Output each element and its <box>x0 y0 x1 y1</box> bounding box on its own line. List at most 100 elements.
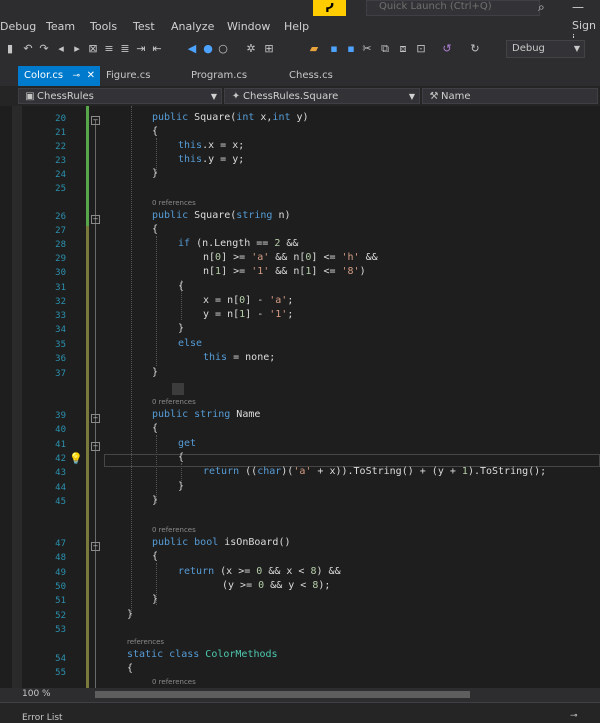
menu-test[interactable]: Test <box>133 20 155 33</box>
chevron-down-icon: ▼ <box>210 92 217 101</box>
code-line: } <box>178 323 185 334</box>
undo-history-icon[interactable]: ↶ <box>21 42 35 56</box>
code-line: return ((char)('a' + x)).ToString() + (y… <box>203 466 547 477</box>
redo-icon[interactable]: ↻ <box>468 42 482 56</box>
document-tabs: Color.cs ⊸ ✕ Figure.cs Program.cs Chess.… <box>0 62 600 86</box>
search-icon[interactable]: ⌕ <box>538 0 545 15</box>
open-folder-icon[interactable]: ▰ <box>307 42 321 56</box>
cut-icon[interactable]: ✂ <box>360 42 374 56</box>
menu-tools[interactable]: Tools <box>90 20 117 33</box>
tab-label: Color.cs <box>24 70 64 81</box>
code-line: { <box>152 551 159 562</box>
quick-launch-input[interactable]: Quick Launch (Ctrl+Q) <box>366 0 540 16</box>
csharp-project-icon: ▣ <box>25 91 35 102</box>
new-project-icon[interactable]: ✲ <box>244 42 258 56</box>
code-line: (y >= 0 && y < 8); <box>222 580 331 591</box>
tab-figure-cs[interactable]: Figure.cs <box>100 66 180 86</box>
indent-icon[interactable]: ⇥ <box>134 42 148 56</box>
code-line: public Square(string n) <box>152 210 291 221</box>
code-line: this = none; <box>203 352 276 363</box>
bookmark-next-icon[interactable]: ▸ <box>70 42 84 56</box>
save-icon[interactable]: ▪ <box>327 42 341 56</box>
wrench-icon: ⚒ <box>429 91 439 102</box>
save-all-icon[interactable]: ▪ <box>344 42 358 56</box>
zoom-level-dropdown[interactable]: 100 % <box>22 689 51 699</box>
type-name: ChessRules.Square <box>243 91 339 102</box>
code-line: } <box>152 495 159 506</box>
menu-help[interactable]: Help <box>284 20 309 33</box>
find-icon[interactable]: ⊡ <box>414 42 428 56</box>
uncomment-icon[interactable]: ≣ <box>118 42 132 56</box>
code-line: } <box>152 367 159 378</box>
menu-bar: Debug Team Tools Test Analyze Window Hel… <box>0 0 600 45</box>
redo-history-icon[interactable]: ↷ <box>37 42 51 56</box>
code-line: } <box>127 609 134 620</box>
code-line: static class ColorMethods <box>127 649 278 660</box>
codelens-references[interactable]: 0 references <box>152 678 196 686</box>
code-line: public bool isOnBoard() <box>152 537 291 548</box>
codelens-references[interactable]: 0 references <box>152 526 196 534</box>
class-icon: ✦ <box>231 91 241 102</box>
copy-icon[interactable]: ⧉ <box>378 42 392 56</box>
pin-icon[interactable]: ⊸ <box>72 66 80 86</box>
code-editor[interactable]: 20 21 22 23 24 25 26 27 28 29 30 31 32 3… <box>0 106 600 688</box>
tab-label: Program.cs <box>191 70 248 81</box>
menu-debug[interactable]: Debug <box>0 20 36 33</box>
configuration-value: Debug <box>512 43 545 54</box>
code-lines: public Square(int x,int y) { this.x = x;… <box>0 106 600 688</box>
code-line: get <box>178 438 197 449</box>
code-line: { <box>152 126 159 137</box>
tab-program-cs[interactable]: Program.cs <box>185 66 275 86</box>
code-line: { <box>178 281 185 292</box>
navigate-forward-icon[interactable]: ○ <box>216 42 230 56</box>
feedback-icon[interactable]: ᓯ <box>313 0 346 16</box>
navigation-bar: ▣ ChessRules ▼ ✦ ChessRules.Square ▼ ⚒ Name <box>0 86 600 107</box>
bookmark-prev-icon[interactable]: ◂ <box>54 42 68 56</box>
code-line: public Square(int x,int y) <box>152 112 309 123</box>
chevron-down-icon: ▼ <box>408 92 415 101</box>
solution-configuration-dropdown[interactable]: Debug ▼ <box>506 40 585 58</box>
member-dropdown[interactable]: ⚒ Name <box>422 88 598 104</box>
code-line: { <box>178 452 185 463</box>
pin-icon[interactable]: ⊸ <box>570 711 578 721</box>
code-line: this.x = x; <box>178 140 245 151</box>
tab-chess-cs[interactable]: Chess.cs <box>283 66 363 86</box>
code-line: else <box>178 338 203 349</box>
codelens-references[interactable]: references <box>127 638 164 646</box>
code-line: } <box>152 594 159 605</box>
member-name: Name <box>441 91 471 102</box>
close-icon[interactable]: ✕ <box>87 66 95 86</box>
outdent-icon[interactable]: ⇤ <box>150 42 164 56</box>
navigate-backward-icon[interactable]: ● <box>201 42 215 56</box>
codelens-references[interactable]: 0 references <box>152 398 196 406</box>
code-line: } <box>178 481 185 492</box>
chevron-down-icon: ▼ <box>573 44 580 53</box>
code-line: n[1] >= '1' && n[1] <= '8') <box>203 266 366 277</box>
add-item-icon[interactable]: ⊞ <box>262 42 276 56</box>
clear-bookmark-icon[interactable]: ⊠ <box>86 42 100 56</box>
paste-icon[interactable]: ⧈ <box>396 42 410 56</box>
project-name: ChessRules <box>37 91 94 102</box>
menu-window[interactable]: Window <box>227 20 270 33</box>
tab-label: Chess.cs <box>289 70 333 81</box>
code-line: this.y = y; <box>178 154 245 165</box>
menu-team[interactable]: Team <box>46 20 75 33</box>
undo-icon[interactable]: ↺ <box>440 42 454 56</box>
tool-window-bar: Error List ⊸ <box>0 702 600 723</box>
code-line: y = n[1] - '1'; <box>203 309 294 320</box>
minimize-icon[interactable]: — <box>572 0 584 14</box>
codelens-references[interactable]: 0 references <box>152 199 196 207</box>
type-dropdown[interactable]: ✦ ChessRules.Square ▼ <box>224 88 420 104</box>
horizontal-scrollbar[interactable] <box>95 691 470 698</box>
code-line: { <box>152 224 159 235</box>
tab-label: Figure.cs <box>106 70 151 81</box>
code-line: n[0] >= 'a' && n[0] <= 'h' && <box>203 252 378 263</box>
project-dropdown[interactable]: ▣ ChessRules ▼ <box>18 88 222 104</box>
back-icon[interactable]: ◀ <box>185 42 199 56</box>
code-line: x = n[0] - 'a'; <box>203 295 294 306</box>
tab-color-cs[interactable]: Color.cs ⊸ ✕ <box>18 66 100 86</box>
code-line: if (n.Length == 2 && <box>178 238 299 249</box>
menu-analyze[interactable]: Analyze <box>171 20 214 33</box>
bookmark-icon[interactable]: ▮ <box>3 42 17 56</box>
comment-icon[interactable]: ≡ <box>102 42 116 56</box>
